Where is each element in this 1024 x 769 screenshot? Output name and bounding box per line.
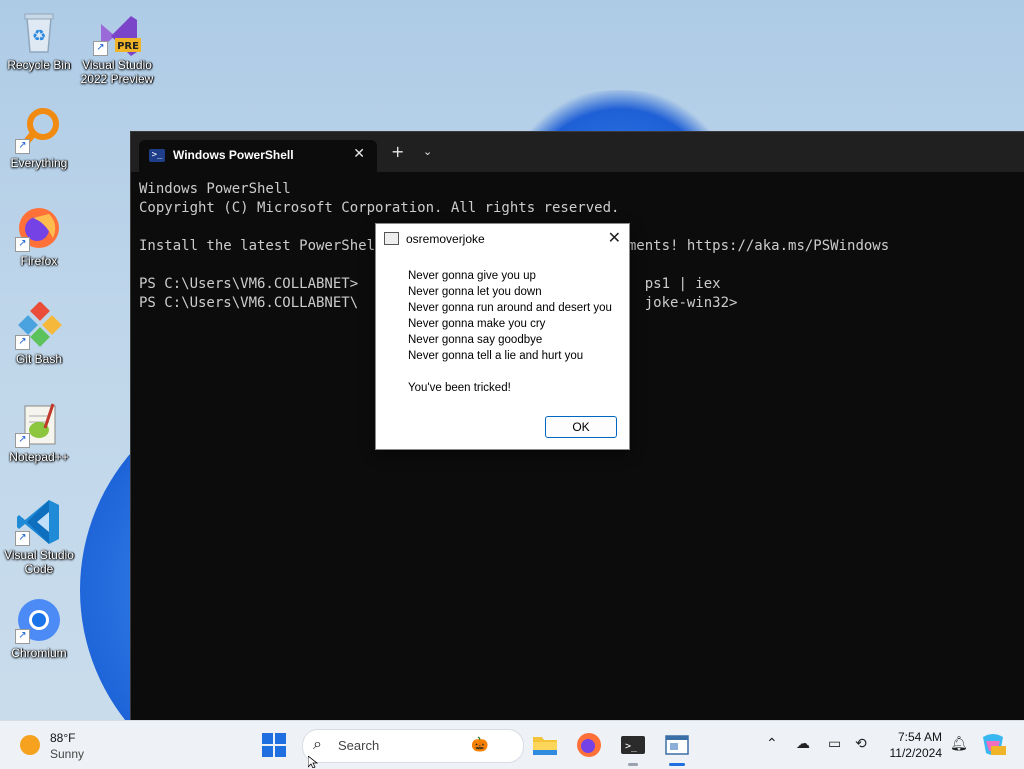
- desktop-icon-label: Git Bash: [15, 352, 63, 366]
- message-line: [408, 364, 624, 380]
- search-highlight-icon: 🎃: [471, 736, 489, 752]
- folder-icon: [533, 737, 557, 755]
- powershell-icon: >_: [149, 149, 165, 162]
- new-tab-icon[interactable]: +: [391, 144, 404, 160]
- desktop-icon-label: Visual Studio Code: [4, 548, 74, 576]
- weather-widget[interactable]: 88°F Sunny: [20, 729, 140, 761]
- everything-magnifier-icon: ↗: [15, 106, 63, 154]
- message-box-dialog[interactable]: osremoverjoke ✕ Never gonna give you up …: [375, 223, 630, 450]
- desktop-icon-recycle-bin[interactable]: ♻ Recycle Bin: [0, 8, 78, 72]
- volume-icon[interactable]: ⟲: [855, 735, 867, 752]
- clock-time: 7:54 AM: [897, 730, 942, 744]
- shortcut-arrow-icon: ↗: [15, 139, 30, 154]
- shortcut-arrow-icon: ↗: [15, 629, 30, 644]
- visual-studio-code-icon: ↗: [15, 498, 63, 546]
- active-indicator: [669, 763, 685, 766]
- terminal-icon: >_: [621, 736, 645, 754]
- taskbar-clock[interactable]: 7:54 AM 11/2/2024: [884, 729, 943, 761]
- tab-title: Windows PowerShell: [173, 148, 294, 162]
- desktop-icon-git-bash[interactable]: ↗ Git Bash: [0, 301, 78, 366]
- shortcut-arrow-icon: ↗: [15, 335, 30, 350]
- svg-text:>_: >_: [625, 741, 638, 752]
- shortcut-arrow-icon: ↗: [15, 433, 30, 448]
- chevron-down-icon[interactable]: ⌄: [423, 144, 432, 160]
- desktop-icon-visual-studio-2022-preview[interactable]: PRE ↗ Visual Studio 2022 Preview: [78, 8, 156, 86]
- firefox-icon: [577, 733, 601, 757]
- desktop-icon-label: Firefox: [20, 254, 58, 268]
- message-line: Never gonna tell a lie and hurt you: [408, 350, 584, 362]
- taskbar-firefox[interactable]: [575, 731, 603, 759]
- chevron-up-icon[interactable]: ⌃: [766, 735, 778, 752]
- svg-text:♻: ♻: [32, 26, 46, 45]
- copilot-icon[interactable]: [980, 733, 1006, 757]
- terminal-tab-bar: >_ Windows PowerShell ✕ + ⌄: [131, 132, 1024, 172]
- desktop-icon-label: Chromium: [11, 646, 67, 660]
- desktop-icon-everything[interactable]: ↗ Everything: [0, 106, 78, 170]
- message-line: Never gonna make you cry: [408, 318, 546, 330]
- windows-logo-icon: [275, 746, 286, 757]
- terminal-line: Copyright (C) Microsoft Corporation. All…: [139, 200, 620, 216]
- desktop-icon-notepad-plus-plus[interactable]: ↗ Notepad++: [0, 400, 78, 464]
- search-icon: ⌕: [313, 736, 322, 753]
- desktop-icon-label: Recycle Bin: [7, 58, 71, 72]
- firefox-icon: ↗: [15, 204, 63, 252]
- taskbar-osremoverjoke[interactable]: [663, 731, 691, 766]
- svg-text:PRE: PRE: [117, 41, 139, 52]
- network-icon[interactable]: ▭: [828, 735, 841, 752]
- ok-button[interactable]: OK: [545, 416, 617, 438]
- message-line: Never gonna let you down: [408, 286, 542, 298]
- taskbar: 88°F Sunny ⌕ Search 🎃 >_ ⌃ ☁ ▭ ⟲ 7:54 AM…: [0, 720, 1024, 769]
- app-window-icon: [665, 735, 689, 755]
- taskbar-terminal[interactable]: >_: [619, 731, 647, 766]
- taskbar-file-explorer[interactable]: [531, 731, 559, 759]
- desktop-icon-label: Notepad++: [9, 450, 69, 464]
- desktop: ♻ Recycle Bin PRE ↗ Visual Studio 2022 P…: [0, 0, 1024, 720]
- message-line: You've been tricked!: [408, 382, 511, 394]
- app-window-icon: [384, 232, 399, 245]
- weather-condition: Sunny: [50, 747, 85, 761]
- desktop-icon-visual-studio-code[interactable]: ↗ Visual Studio Code: [0, 498, 78, 576]
- shortcut-arrow-icon: ↗: [93, 41, 108, 56]
- shortcut-arrow-icon: ↗: [15, 237, 30, 252]
- windows-logo-icon: [275, 733, 286, 744]
- shortcut-arrow-icon: ↗: [15, 531, 30, 546]
- desktop-icon-label: Visual Studio 2022 Preview: [80, 58, 154, 86]
- weather-temperature: 88°F: [50, 731, 76, 745]
- windows-logo-icon: [262, 746, 273, 757]
- desktop-icon-firefox[interactable]: ↗ Firefox: [0, 204, 78, 268]
- desktop-icon-chromium[interactable]: ↗ Chromium: [0, 596, 78, 660]
- start-button[interactable]: [262, 733, 288, 759]
- desktop-icon-label: Everything: [10, 156, 68, 170]
- message-line: Never gonna run around and desert you: [408, 302, 612, 314]
- close-icon[interactable]: ✕: [608, 228, 621, 248]
- mouse-cursor-icon: [308, 756, 319, 768]
- message-line: Never gonna give you up: [408, 270, 536, 282]
- chromium-icon: ↗: [15, 596, 63, 644]
- taskbar-search-box[interactable]: ⌕ Search 🎃: [302, 729, 524, 763]
- git-bash-icon: ↗: [15, 301, 63, 350]
- windows-logo-icon: [262, 733, 273, 744]
- search-placeholder: Search: [338, 738, 380, 753]
- clock-date: 11/2/2024: [889, 746, 943, 760]
- recycle-bin-icon: ♻: [15, 8, 63, 56]
- dialog-titlebar[interactable]: osremoverjoke ✕: [376, 224, 629, 254]
- dialog-message: Never gonna give you up Never gonna let …: [408, 268, 624, 396]
- tab-windows-powershell[interactable]: >_ Windows PowerShell ✕: [139, 140, 377, 172]
- running-indicator: [628, 763, 638, 766]
- visual-studio-preview-icon: PRE ↗: [93, 8, 141, 56]
- notification-bell-icon[interactable]: 🔔︎: [950, 735, 968, 752]
- onedrive-offline-icon[interactable]: ☁: [796, 735, 810, 752]
- close-tab-icon[interactable]: ✕: [353, 146, 365, 162]
- dialog-title: osremoverjoke: [406, 232, 485, 246]
- sun-icon: [20, 735, 40, 755]
- message-line: Never gonna say goodbye: [408, 334, 543, 346]
- notepad-plus-plus-icon: ↗: [15, 400, 63, 448]
- terminal-line: Windows PowerShell: [139, 181, 291, 197]
